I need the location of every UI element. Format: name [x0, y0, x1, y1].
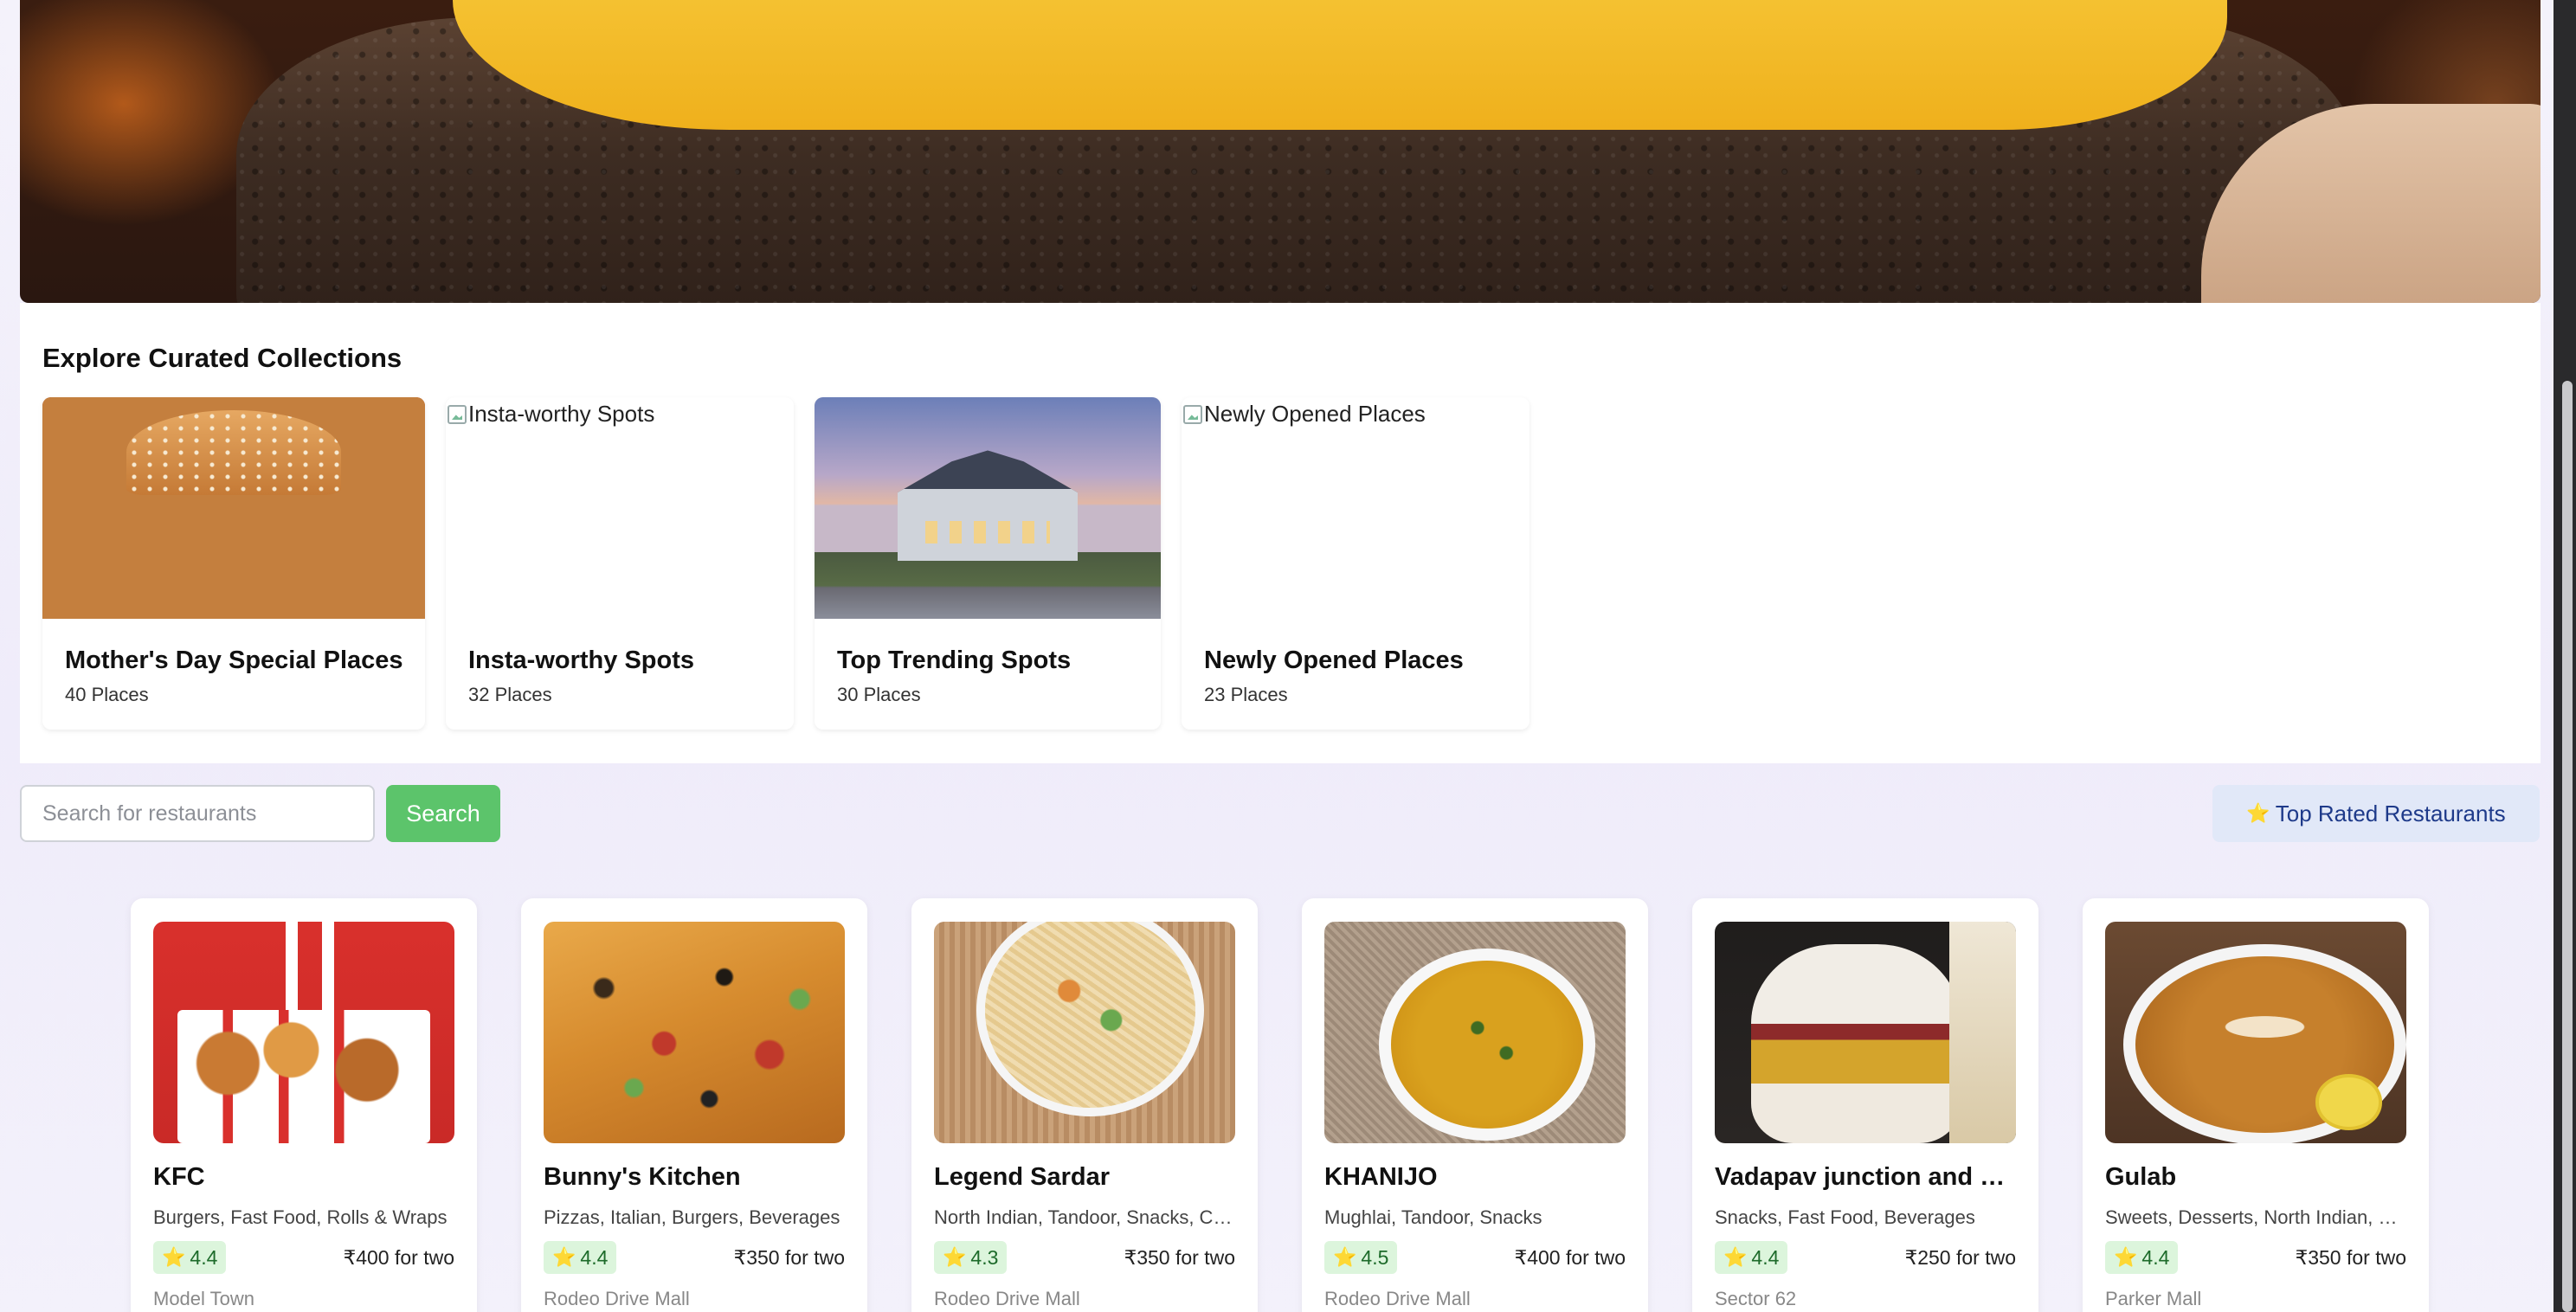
star-icon: ⭐ — [1333, 1246, 1357, 1268]
rating-badge: ⭐ 4.4 — [1715, 1241, 1788, 1274]
price-for-two: ₹350 for two — [1124, 1246, 1235, 1269]
collection-image — [42, 397, 425, 619]
restaurant-cuisine: Pizzas, Italian, Burgers, Beverages — [544, 1206, 840, 1228]
star-icon: ⭐ — [552, 1246, 576, 1268]
restaurant-locality: Model Town — [153, 1288, 254, 1309]
restaurant-image — [1324, 922, 1626, 1143]
collection-count: 30 Places — [837, 684, 921, 705]
star-icon: ⭐ — [2246, 802, 2270, 824]
hero-banner-image — [20, 0, 2541, 303]
restaurant-name: Bunny's Kitchen — [544, 1163, 741, 1191]
restaurant-name: Vadapav junction and cafe — [1715, 1163, 2016, 1191]
star-icon: ⭐ — [943, 1246, 967, 1268]
restaurant-cuisine: Mughlai, Tandoor, Snacks — [1324, 1206, 1542, 1228]
restaurant-card-bunnys-kitchen[interactable]: Bunny's Kitchen Pizzas, Italian, Burgers… — [521, 898, 867, 1312]
rating-badge: ⭐ 4.4 — [2105, 1241, 2179, 1274]
collection-title: Insta-worthy Spots — [468, 646, 695, 674]
search-button[interactable]: Search — [386, 785, 500, 842]
restaurant-image — [153, 922, 454, 1143]
star-icon: ⭐ — [1723, 1246, 1748, 1268]
search-input[interactable] — [20, 785, 375, 842]
collections-heading: Explore Curated Collections — [42, 343, 402, 373]
restaurant-card-khanijo[interactable]: KHANIJO Mughlai, Tandoor, Snacks ⭐ 4.5 ₹4… — [1302, 898, 1648, 1312]
collection-title: Mother's Day Special Places — [65, 646, 403, 674]
price-for-two: ₹350 for two — [2295, 1246, 2406, 1269]
image-alt-text: Newly Opened Places — [1183, 401, 1426, 428]
restaurant-locality: Parker Mall — [2105, 1288, 2202, 1309]
restaurant-card-kfc[interactable]: KFC Burgers, Fast Food, Rolls & Wraps ⭐ 4… — [131, 898, 477, 1312]
collection-image — [815, 397, 1161, 619]
collection-count: 32 Places — [468, 684, 552, 705]
restaurant-cuisine: Burgers, Fast Food, Rolls & Wraps — [153, 1206, 448, 1228]
star-icon: ⭐ — [2114, 1246, 2138, 1268]
price-for-two: ₹350 for two — [733, 1246, 845, 1269]
top-rated-label: Top Rated Restaurants — [2275, 800, 2506, 826]
broken-image-icon — [1183, 405, 1202, 424]
rating-badge: ⭐ 4.3 — [934, 1241, 1008, 1274]
restaurant-cuisine: Snacks, Fast Food, Beverages — [1715, 1206, 1975, 1228]
collection-card-top-trending[interactable]: Top Trending Spots 30 Places — [815, 397, 1161, 730]
image-alt-text: Insta-worthy Spots — [448, 401, 654, 428]
restaurant-locality: Rodeo Drive Mall — [934, 1288, 1080, 1309]
broken-image-icon — [448, 405, 467, 424]
collection-image-broken: Newly Opened Places — [1182, 397, 1530, 619]
collection-image-broken: Insta-worthy Spots — [446, 397, 794, 619]
restaurant-locality: Rodeo Drive Mall — [544, 1288, 690, 1309]
restaurant-image — [2105, 922, 2406, 1143]
star-icon: ⭐ — [162, 1246, 186, 1268]
restaurant-locality: Rodeo Drive Mall — [1324, 1288, 1471, 1309]
restaurant-cuisine: Sweets, Desserts, North Indian, Chinese — [2105, 1206, 2406, 1228]
collection-title: Newly Opened Places — [1204, 646, 1464, 674]
collection-card-mothers-day[interactable]: Mother's Day Special Places 40 Places — [42, 397, 425, 730]
vertical-scrollbar[interactable] — [2562, 381, 2573, 1312]
collection-title: Top Trending Spots — [837, 646, 1072, 674]
restaurant-image — [1715, 922, 2016, 1143]
collection-count: 40 Places — [65, 684, 149, 705]
price-for-two: ₹400 for two — [1514, 1246, 1626, 1269]
rating-badge: ⭐ 4.5 — [1324, 1241, 1398, 1274]
restaurant-name: Gulab — [2105, 1163, 2177, 1191]
price-for-two: ₹400 for two — [343, 1246, 454, 1269]
price-for-two: ₹250 for two — [1904, 1246, 2016, 1269]
restaurant-card-legend-sardar[interactable]: Legend Sardar North Indian, Tandoor, Sna… — [911, 898, 1258, 1312]
restaurant-card-gulab[interactable]: Gulab Sweets, Desserts, North Indian, Ch… — [2083, 898, 2429, 1312]
restaurant-image — [934, 922, 1235, 1143]
restaurant-card-vadapav-junction[interactable]: Vadapav junction and cafe Snacks, Fast F… — [1692, 898, 2038, 1312]
rating-badge: ⭐ 4.4 — [544, 1241, 617, 1274]
collection-card-insta-worthy[interactable]: Insta-worthy Spots Insta-worthy Spots 32… — [446, 397, 794, 730]
restaurant-name: KHANIJO — [1324, 1163, 1438, 1191]
hero-cheese — [453, 0, 2227, 130]
restaurant-locality: Sector 62 — [1715, 1288, 1797, 1309]
restaurant-cuisine: North Indian, Tandoor, Snacks, Chinese — [934, 1206, 1235, 1228]
restaurant-name: KFC — [153, 1163, 205, 1191]
curated-collections-section: Explore Curated Collections Mother's Day… — [20, 303, 2541, 763]
restaurant-name: Legend Sardar — [934, 1163, 1111, 1191]
restaurant-image — [544, 922, 845, 1143]
rating-badge: ⭐ 4.4 — [153, 1241, 227, 1274]
collection-card-newly-opened[interactable]: Newly Opened Places Newly Opened Places … — [1182, 397, 1530, 730]
top-rated-restaurants-button[interactable]: ⭐ Top Rated Restaurants — [2212, 785, 2540, 842]
collection-count: 23 Places — [1204, 684, 1288, 705]
